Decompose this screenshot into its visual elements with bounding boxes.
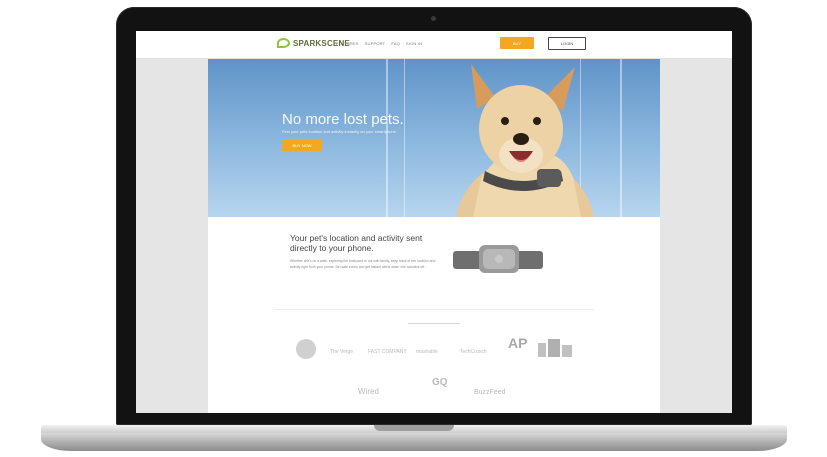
nav-link-features[interactable]: FEATURES (336, 41, 359, 46)
press-logo: BuzzFeed (474, 389, 506, 396)
nav-link-support[interactable]: SUPPORT (365, 41, 386, 46)
press-logo: FAST COMPANY (368, 349, 407, 355)
dog-photo (456, 64, 594, 217)
hero-banner: No more lost pets. Find your pets locati… (208, 59, 660, 217)
page-content: No more lost pets. Find your pets locati… (208, 59, 660, 413)
press-circle-logo-icon (296, 339, 316, 359)
sailboat-mast (404, 59, 405, 217)
laptop-lid: SPARKSCENE FEATURES SUPPORT FAQ SIGN IN … (116, 7, 752, 425)
laptop-opening-notch (374, 425, 454, 431)
sailboat-mast (386, 59, 388, 217)
feature-title: Your pet's location and activity sent di… (290, 233, 423, 253)
hero-subtitle: Find your pets location and activity ins… (282, 129, 397, 134)
hero-title: No more lost pets. (282, 111, 404, 128)
press-logo: Wired (358, 387, 379, 396)
tracker-device-image (453, 245, 543, 273)
site-header: SPARKSCENE FEATURES SUPPORT FAQ SIGN IN … (136, 31, 732, 59)
press-logo: mashable (416, 349, 438, 355)
webcam (431, 16, 436, 21)
buy-button[interactable]: BUY (500, 37, 534, 49)
section-divider (274, 309, 594, 310)
feature-section: Your pet's location and activity sent di… (208, 217, 660, 309)
laptop-screen: SPARKSCENE FEATURES SUPPORT FAQ SIGN IN … (136, 31, 732, 413)
login-button[interactable]: LOGIN (548, 37, 586, 50)
logo-mark-icon (277, 38, 290, 48)
press-logo: GQ (432, 377, 448, 388)
feature-body: Whether she's on a walk, exploring the b… (290, 259, 436, 269)
press-divider (408, 323, 460, 324)
nav-link-faq[interactable]: FAQ (391, 41, 400, 46)
nav-menu: FEATURES SUPPORT FAQ SIGN IN (336, 41, 422, 46)
press-logo: TechCrunch (460, 349, 487, 355)
hero-buy-button[interactable]: BUY NOW (282, 139, 322, 151)
press-logo-ap: AP (508, 335, 528, 351)
press-logo: The Verge (330, 349, 354, 355)
press-building-logo-icon (538, 339, 572, 357)
nav-link-signin[interactable]: SIGN IN (406, 41, 422, 46)
laptop-base (41, 433, 787, 451)
